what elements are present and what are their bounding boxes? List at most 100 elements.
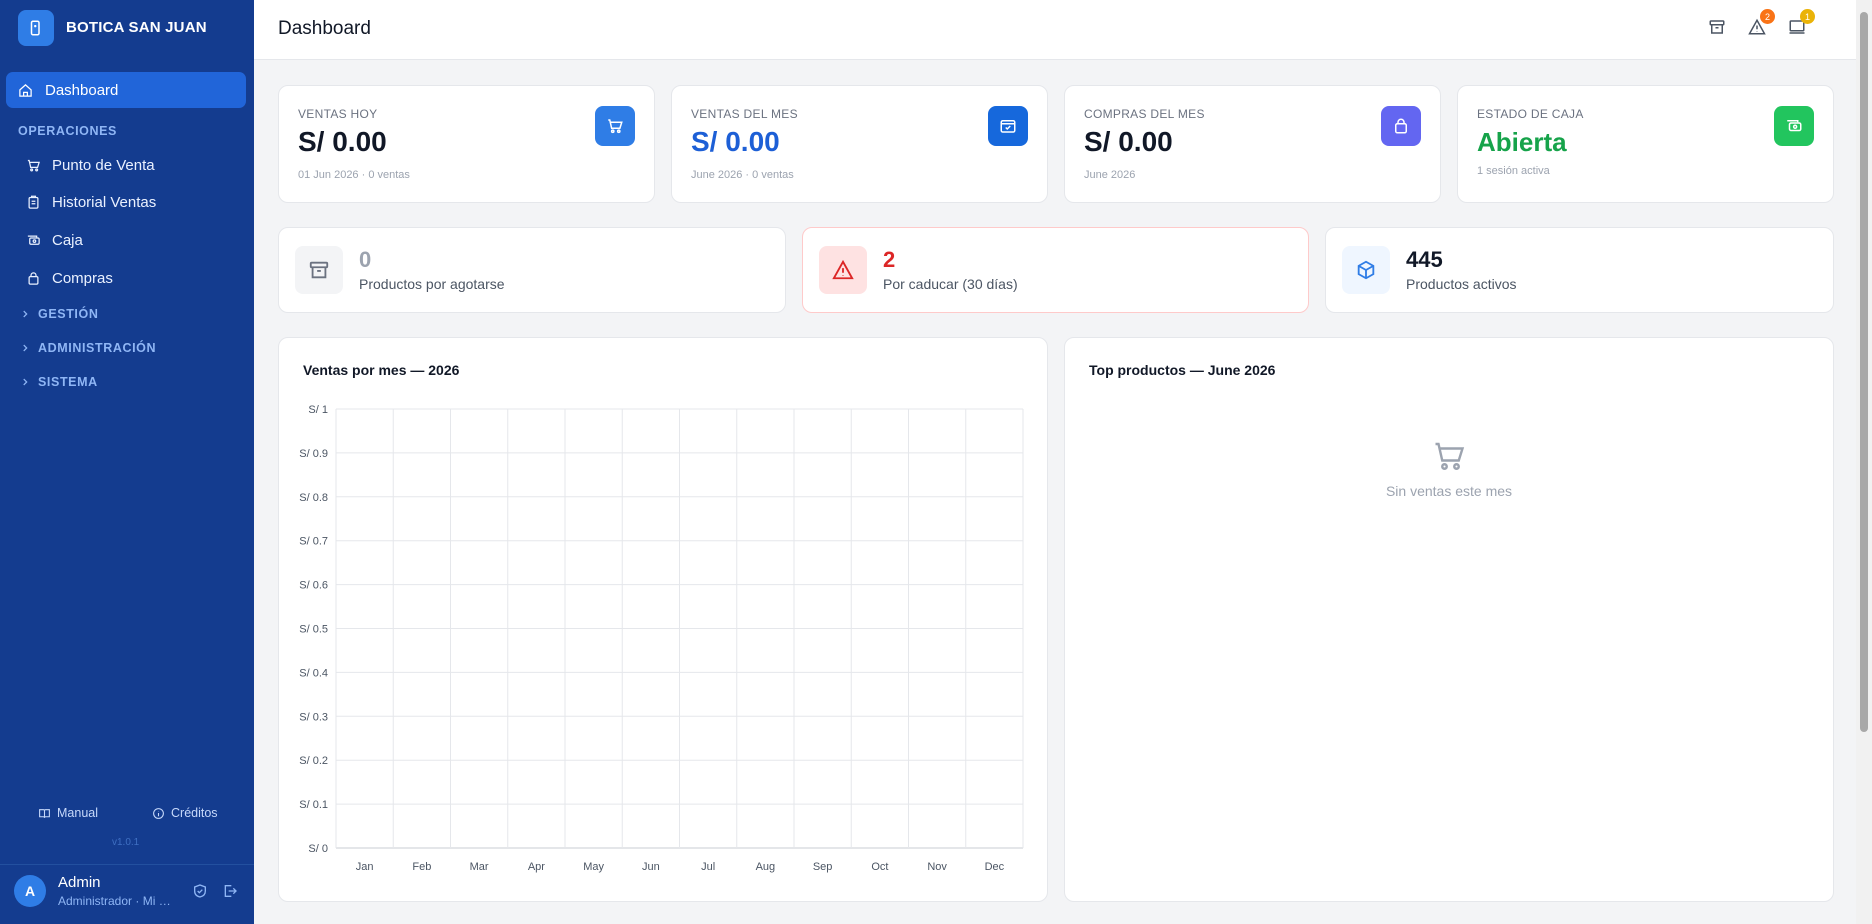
stat-value: Abierta (1477, 127, 1567, 157)
empty-text: Sin ventas este mes (1385, 483, 1513, 499)
mini-card-activos[interactable]: 445 Productos activos (1325, 227, 1834, 313)
sidebar-item-compras[interactable]: Compras (26, 266, 113, 290)
archive-icon (1709, 20, 1725, 34)
stat-value: S/ 0.00 (298, 126, 387, 157)
y-tick-label: S/ 0.7 (299, 536, 328, 548)
x-tick-label: Mar (470, 861, 489, 873)
y-tick-label: S/ 0.4 (299, 667, 328, 679)
user-name: Admin (58, 874, 101, 891)
y-tick-label: S/ 0.8 (299, 492, 328, 504)
clipboard-icon (28, 195, 39, 209)
mini-value: 445 (1406, 247, 1443, 272)
page-scrollbar[interactable] (1856, 0, 1872, 924)
sidebar-group-administracion[interactable]: ADMINISTRACIÓN (20, 341, 156, 355)
info-icon (153, 807, 164, 819)
top-products-panel: Top productos — June 2026 Sin ventas est… (1064, 337, 1834, 902)
sidebar-item-label: Compras (52, 269, 113, 287)
x-tick-label: Jan (356, 861, 374, 873)
stat-card-estado-caja: ESTADO DE CAJA Abierta 1 sesión activa (1457, 85, 1834, 203)
stat-label: VENTAS HOY (298, 107, 378, 121)
sidebar: BOTICA SAN JUAN Dashboard OPERACIONES Pu… (0, 0, 254, 924)
x-tick-label: Jul (701, 861, 715, 873)
mini-card-caducar[interactable]: 2 Por caducar (30 días) (802, 227, 1309, 313)
pill-logo-icon (18, 9, 54, 46)
y-tick-label: S/ 0.9 (299, 448, 328, 460)
y-tick-label: S/ 0.6 (299, 580, 328, 592)
sidebar-item-dashboard[interactable]: Dashboard (6, 72, 246, 108)
shield-check-icon[interactable] (192, 883, 208, 899)
y-tick-label: S/ 1 (308, 404, 328, 416)
alerts-button[interactable]: 2 (1748, 9, 1775, 41)
x-tick-label: Feb (412, 861, 431, 873)
book-icon (39, 808, 50, 818)
stat-value: S/ 0.00 (1084, 126, 1173, 157)
alert-icon (819, 246, 867, 294)
creditos-link[interactable]: Créditos (152, 806, 218, 820)
y-tick-label: S/ 0.2 (299, 755, 328, 767)
avatar[interactable]: A (14, 875, 46, 907)
x-tick-label: Apr (528, 861, 545, 873)
cash-icon (27, 235, 40, 245)
x-tick-label: May (583, 861, 604, 873)
cart-icon (1435, 442, 1465, 470)
stat-card-ventas-hoy: VENTAS HOY S/ 0.00 01 Jun 2026 · 0 venta… (278, 85, 655, 203)
sidebar-item-label: Dashboard (45, 81, 119, 99)
y-tick-label: S/ 0 (308, 843, 328, 855)
monitor-button[interactable]: 1 (1788, 9, 1815, 41)
app-name: BOTICA SAN JUAN (66, 19, 207, 36)
monitor-badge: 1 (1800, 9, 1815, 24)
x-tick-label: Oct (871, 861, 888, 873)
sidebar-item-caja[interactable]: Caja (26, 228, 83, 252)
user-role: Administrador · Mi Botica (58, 894, 178, 908)
y-tick-label: S/ 0.3 (299, 711, 328, 723)
y-tick-label: S/ 0.1 (299, 799, 328, 811)
bag-icon (1381, 106, 1421, 146)
manual-link[interactable]: Manual (38, 806, 98, 820)
creditos-label: Créditos (171, 806, 218, 820)
empty-state: Sin ventas este mes (1065, 438, 1833, 499)
alert-badge: 2 (1760, 9, 1775, 24)
stat-label: VENTAS DEL MES (691, 107, 798, 121)
calendar-chart-icon (988, 106, 1028, 146)
sidebar-item-historial-ventas[interactable]: Historial Ventas (26, 190, 156, 214)
group-label: ADMINISTRACIÓN (38, 341, 157, 355)
scrollbar-thumb[interactable] (1860, 12, 1868, 732)
stat-subtitle: 1 sesión activa (1477, 165, 1550, 177)
x-tick-label: Dec (985, 861, 1005, 873)
sidebar-group-gestion[interactable]: GESTIÓN (20, 307, 98, 321)
sidebar-item-label: Caja (52, 231, 83, 249)
mini-card-agotarse[interactable]: 0 Productos por agotarse (278, 227, 786, 313)
archive-icon (295, 246, 343, 294)
panel-title: Top productos — June 2026 (1089, 362, 1276, 378)
topbar: Dashboard 2 1 (254, 0, 1856, 60)
page-title: Dashboard (278, 18, 371, 39)
home-icon (19, 83, 32, 97)
group-label: SISTEMA (38, 375, 98, 389)
cash-icon (1774, 106, 1814, 146)
group-label: GESTIÓN (38, 307, 99, 321)
brand[interactable]: BOTICA SAN JUAN (0, 0, 254, 55)
cart-icon (595, 106, 635, 146)
chevron-right-icon (23, 344, 28, 352)
user-panel: A Admin Administrador · Mi Botica (0, 864, 254, 924)
sidebar-item-punto-de-venta[interactable]: Punto de Venta (26, 153, 155, 177)
mini-label: Productos activos (1406, 276, 1517, 292)
sales-chart-panel: Ventas por mes — 2026 S/ 0 S/ 0.1 S/ 0.2 S/… (278, 337, 1048, 902)
sidebar-group-sistema[interactable]: SISTEMA (20, 375, 98, 389)
stat-value: S/ 0.00 (691, 126, 780, 157)
stat-card-ventas-mes: VENTAS DEL MES S/ 0.00 June 2026 · 0 ven… (671, 85, 1048, 203)
sales-chart: S/ 0 S/ 0.1 S/ 0.2 S/ 0.3 S/ 0.4 S/ 0.5 S/ 0.6… (299, 404, 1024, 873)
sidebar-item-label: Punto de Venta (52, 156, 155, 174)
mini-label: Productos por agotarse (359, 276, 505, 292)
logout-icon[interactable] (222, 883, 238, 899)
x-tick-label: Sep (813, 861, 833, 873)
archive-button[interactable] (1708, 18, 1726, 41)
bag-icon (28, 271, 39, 285)
stat-card-compras-mes: COMPRAS DEL MES S/ 0.00 June 2026 (1064, 85, 1441, 203)
chevron-right-icon (23, 378, 28, 386)
y-tick-label: S/ 0.5 (299, 624, 328, 636)
stat-label: ESTADO DE CAJA (1477, 107, 1584, 121)
mini-value: 0 (359, 247, 372, 272)
x-tick-label: Nov (927, 861, 947, 873)
cart-icon (27, 159, 40, 171)
